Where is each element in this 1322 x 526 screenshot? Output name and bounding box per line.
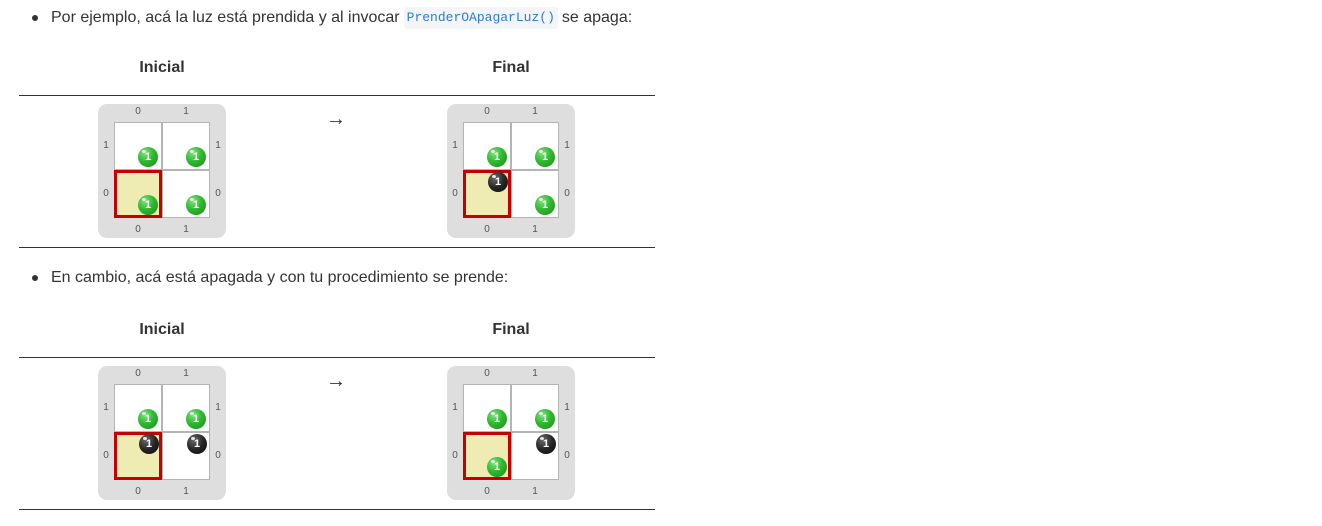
col-label-top: 0 — [135, 106, 141, 117]
table-header: Inicial Final — [19, 306, 655, 358]
row-label-right: 1 — [215, 402, 221, 413]
green-ball-icon: 1 — [138, 409, 158, 429]
row-label-left: 0 — [103, 450, 109, 461]
col-label-bottom: 0 — [135, 486, 141, 497]
row-label-right: 0 — [564, 188, 570, 199]
row-label-right: 0 — [215, 188, 221, 199]
arrow-right-icon: → — [326, 370, 346, 392]
col-label-bottom: 0 — [484, 486, 490, 497]
procedure-code: PrenderOApagarLuz() — [403, 7, 558, 29]
row-label-right: 0 — [564, 450, 570, 461]
row-label-left: 1 — [452, 140, 458, 151]
black-ball-icon: 1 — [139, 434, 159, 454]
col-label-bottom: 0 — [484, 224, 490, 235]
green-ball-icon: 1 — [487, 457, 507, 477]
example-table-1: Inicial Final 010110101111 → 01011010111… — [19, 44, 655, 248]
table-row: 010110101111 → 010110101111 — [19, 96, 655, 248]
col-label-top: 1 — [183, 368, 189, 379]
bullet-item-1: Por ejemplo, acá la luz está prendida y … — [32, 7, 632, 29]
col-label-bottom: 0 — [135, 224, 141, 235]
green-ball-icon: 1 — [138, 147, 158, 167]
header-final: Final — [492, 321, 530, 338]
green-ball-icon: 1 — [186, 409, 206, 429]
row-label-left: 0 — [452, 450, 458, 461]
col-label-top: 1 — [532, 106, 538, 117]
board-final: 010110101111 — [447, 104, 575, 238]
bullet-text: En cambio, acá está apagada y con tu pro… — [51, 269, 509, 286]
bullet-dot — [32, 275, 38, 281]
col-label-top: 0 — [484, 106, 490, 117]
green-ball-icon: 1 — [487, 409, 507, 429]
bullet-item-2: En cambio, acá está apagada y con tu pro… — [32, 268, 508, 288]
row-label-left: 1 — [452, 402, 458, 413]
col-label-top: 0 — [484, 368, 490, 379]
green-ball-icon: 1 — [535, 409, 555, 429]
row-label-right: 1 — [215, 140, 221, 151]
col-label-bottom: 1 — [532, 224, 538, 235]
row-label-right: 1 — [564, 402, 570, 413]
bullet-text-after: se apaga: — [561, 9, 633, 26]
col-label-top: 0 — [135, 368, 141, 379]
header-initial: Inicial — [139, 321, 185, 338]
green-ball-icon: 1 — [186, 147, 206, 167]
bullet-text-before: Por ejemplo, acá la luz está prendida y … — [51, 9, 400, 26]
bullet-dot — [32, 15, 38, 21]
black-ball-icon: 1 — [488, 172, 508, 192]
black-ball-icon: 1 — [536, 434, 556, 454]
col-label-top: 1 — [183, 106, 189, 117]
green-ball-icon: 1 — [535, 147, 555, 167]
header-initial: Inicial — [139, 59, 185, 76]
row-label-left: 0 — [103, 188, 109, 199]
col-label-bottom: 1 — [183, 224, 189, 235]
col-label-top: 1 — [532, 368, 538, 379]
green-ball-icon: 1 — [535, 195, 555, 215]
table-header: Inicial Final — [19, 44, 655, 96]
green-ball-icon: 1 — [138, 195, 158, 215]
green-ball-icon: 1 — [186, 195, 206, 215]
col-label-bottom: 1 — [532, 486, 538, 497]
header-final: Final — [492, 59, 530, 76]
black-ball-icon: 1 — [187, 434, 207, 454]
green-ball-icon: 1 — [487, 147, 507, 167]
board-initial: 010110101111 — [98, 366, 226, 500]
board-final: 010110101111 — [447, 366, 575, 500]
row-label-left: 1 — [103, 140, 109, 151]
arrow-right-icon: → — [326, 108, 346, 130]
row-label-right: 1 — [564, 140, 570, 151]
board-initial: 010110101111 — [98, 104, 226, 238]
row-label-left: 1 — [103, 402, 109, 413]
table-row: 010110101111 → 010110101111 — [19, 358, 655, 510]
col-label-bottom: 1 — [183, 486, 189, 497]
row-label-left: 0 — [452, 188, 458, 199]
row-label-right: 0 — [215, 450, 221, 461]
example-table-2: Inicial Final 010110101111 → 01011010111… — [19, 306, 655, 510]
